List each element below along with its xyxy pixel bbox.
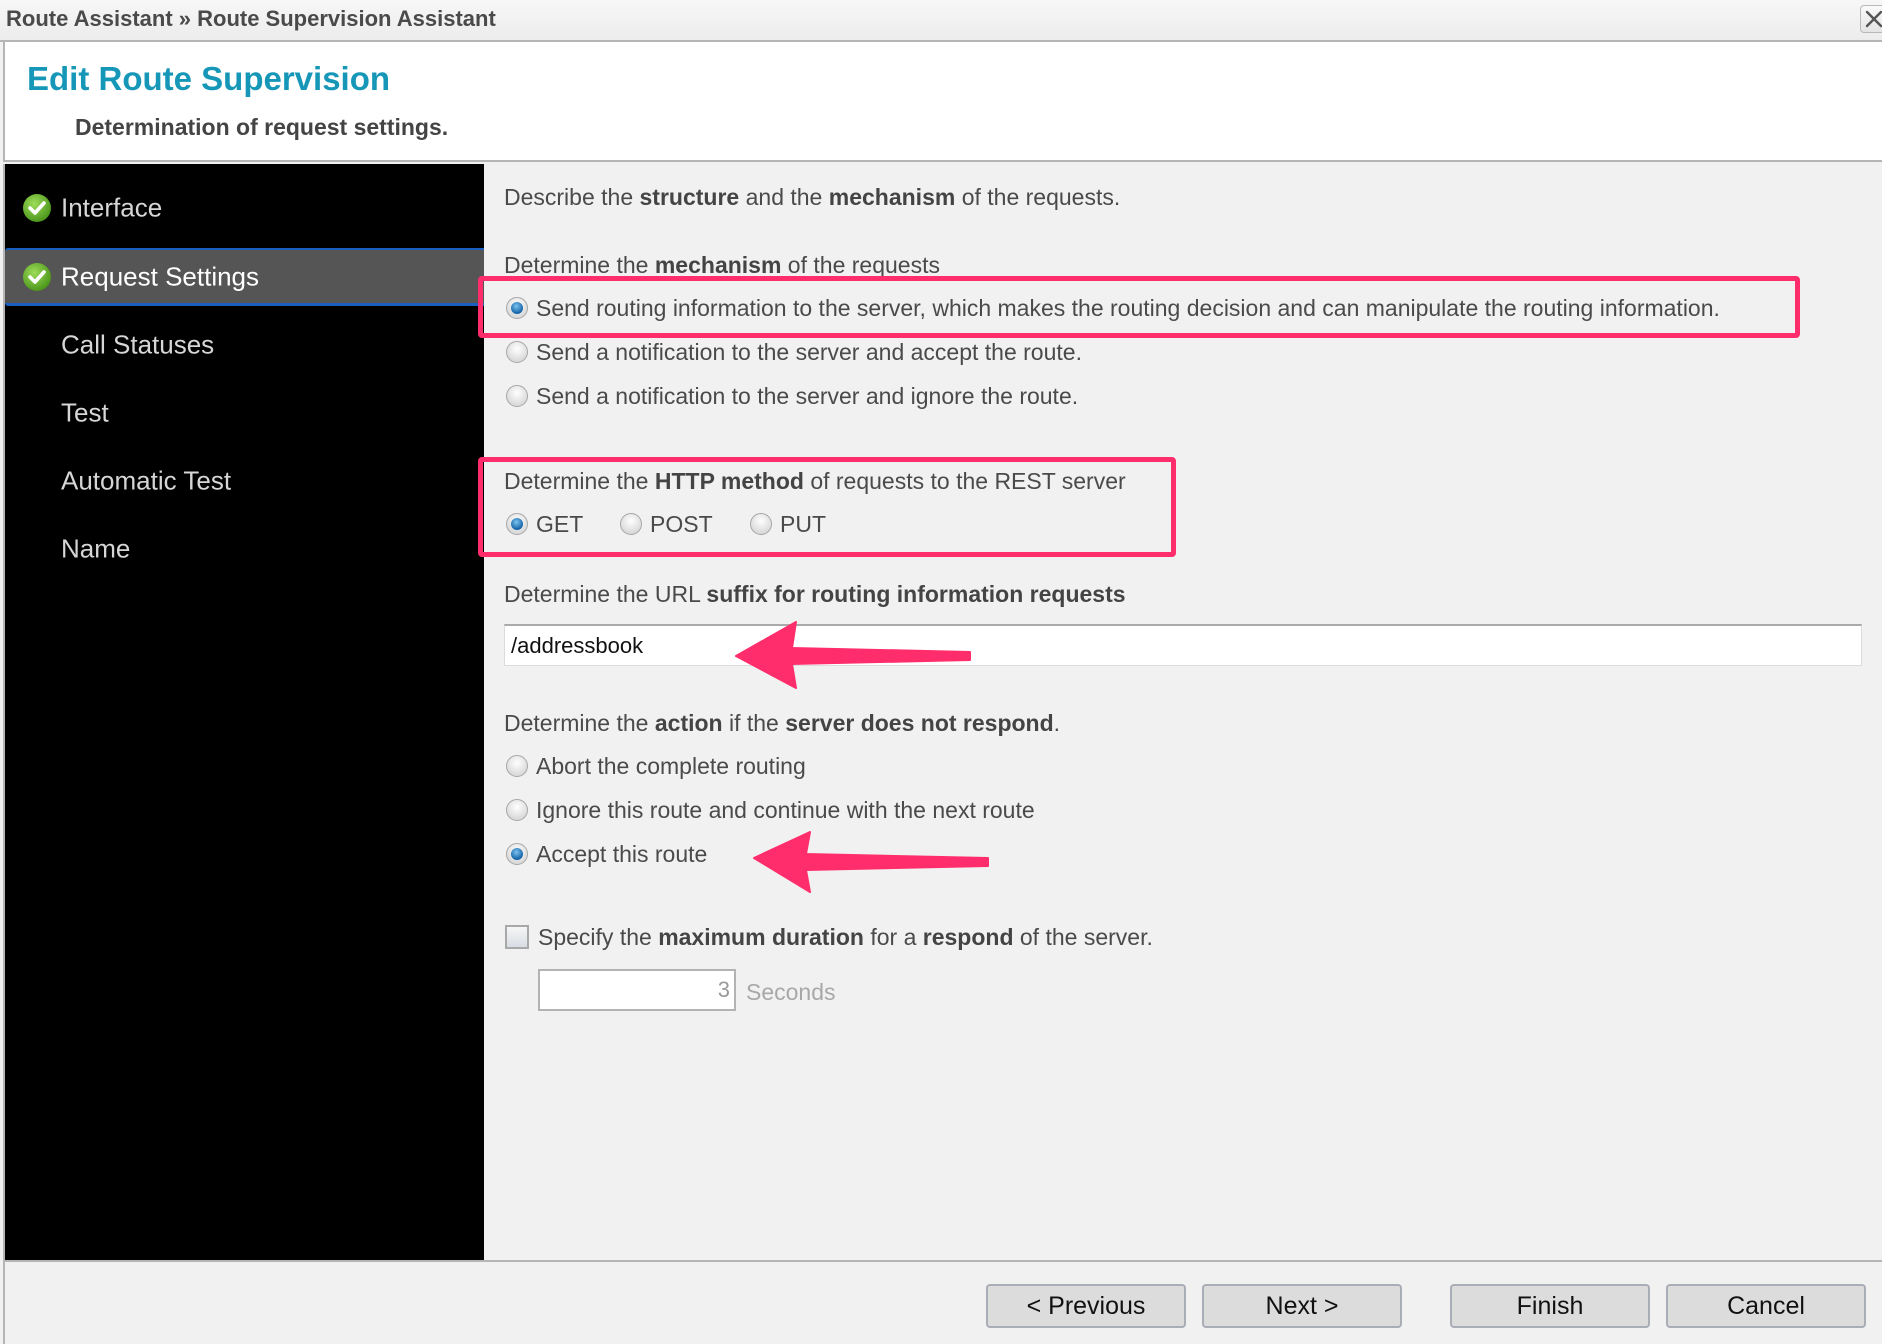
sidebar-item-request-settings[interactable]: Request Settings [5, 248, 484, 306]
radio-label: GET [536, 511, 584, 537]
radio-label: Send a notification to the server and ig… [536, 383, 1079, 409]
wizard-steps-sidebar: Interface Request Settings Call Statuses… [3, 164, 484, 1260]
sidebar-item-label: Automatic Test [61, 465, 232, 496]
sidebar-item-automatic-test[interactable]: Automatic Test [5, 452, 484, 510]
page-subtitle: Determination of request settings. [75, 114, 449, 140]
sidebar-item-label: Interface [61, 192, 163, 223]
sidebar-item-label: Request Settings [61, 261, 260, 291]
radio-mechanism-ignore[interactable] [506, 385, 528, 407]
radio-mechanism-routing[interactable] [506, 297, 528, 319]
radio-ignore-route[interactable] [506, 799, 528, 821]
request-settings-panel: Describe the structure and the mechanism… [478, 164, 1882, 1260]
sidebar-item-name[interactable]: Name [5, 520, 484, 578]
max-duration-checkbox[interactable] [505, 925, 529, 949]
wizard-footer: < Previous Next > Finish Cancel [3, 1260, 1882, 1344]
radio-abort-routing[interactable] [506, 755, 528, 777]
next-button[interactable]: Next > [1202, 1284, 1402, 1328]
radio-label: Abort the complete routing [536, 753, 806, 779]
sidebar-item-label: Test [61, 397, 109, 428]
close-icon [1865, 10, 1882, 28]
radio-http-get[interactable] [506, 513, 528, 535]
finish-button[interactable]: Finish [1450, 1284, 1650, 1328]
close-button[interactable] [1860, 5, 1882, 33]
sidebar-item-label: Name [61, 533, 131, 564]
max-duration-input[interactable] [538, 969, 736, 1011]
page-title: Edit Route Supervision [27, 60, 391, 97]
radio-label: Accept this route [536, 841, 708, 867]
no-response-label: Determine the action if the server does … [504, 710, 1061, 736]
max-duration-label: Specify the maximum duration for a respo… [538, 924, 1153, 950]
intro-text: Describe the structure and the mechanism… [504, 184, 1121, 210]
sidebar-item-interface[interactable]: Interface [5, 179, 484, 237]
radio-label: POST [650, 511, 713, 537]
annotation-arrow-accept [753, 831, 989, 893]
radio-label: Ignore this route and continue with the … [536, 797, 1035, 823]
radio-mechanism-accept[interactable] [506, 341, 528, 363]
sidebar-item-call-statuses[interactable]: Call Statuses [5, 316, 484, 374]
breadcrumb: Route Assistant » Route Supervision Assi… [6, 6, 496, 31]
check-icon [23, 262, 51, 291]
radio-label: PUT [780, 511, 826, 537]
radio-http-put[interactable] [750, 513, 772, 535]
mechanism-label: Determine the mechanism of the requests [504, 252, 940, 278]
radio-accept-route[interactable] [506, 843, 528, 865]
cancel-button[interactable]: Cancel [1666, 1284, 1866, 1328]
sidebar-item-label: Call Statuses [61, 329, 215, 360]
sidebar-item-test[interactable]: Test [5, 384, 484, 442]
radio-http-post[interactable] [620, 513, 642, 535]
previous-button[interactable]: < Previous [986, 1284, 1186, 1328]
radio-label: Send routing information to the server, … [536, 295, 1720, 321]
wizard-header: Edit Route Supervision Determination of … [3, 42, 1882, 162]
url-suffix-label: Determine the URL suffix for routing inf… [504, 581, 1126, 607]
radio-label: Send a notification to the server and ac… [536, 339, 1082, 365]
duration-unit-label: Seconds [746, 979, 836, 1005]
check-icon [23, 194, 51, 222]
url-suffix-input[interactable] [504, 624, 1862, 666]
http-method-label: Determine the HTTP method of requests to… [504, 468, 1126, 494]
window-titlebar: Route Assistant » Route Supervision Assi… [0, 0, 1882, 42]
